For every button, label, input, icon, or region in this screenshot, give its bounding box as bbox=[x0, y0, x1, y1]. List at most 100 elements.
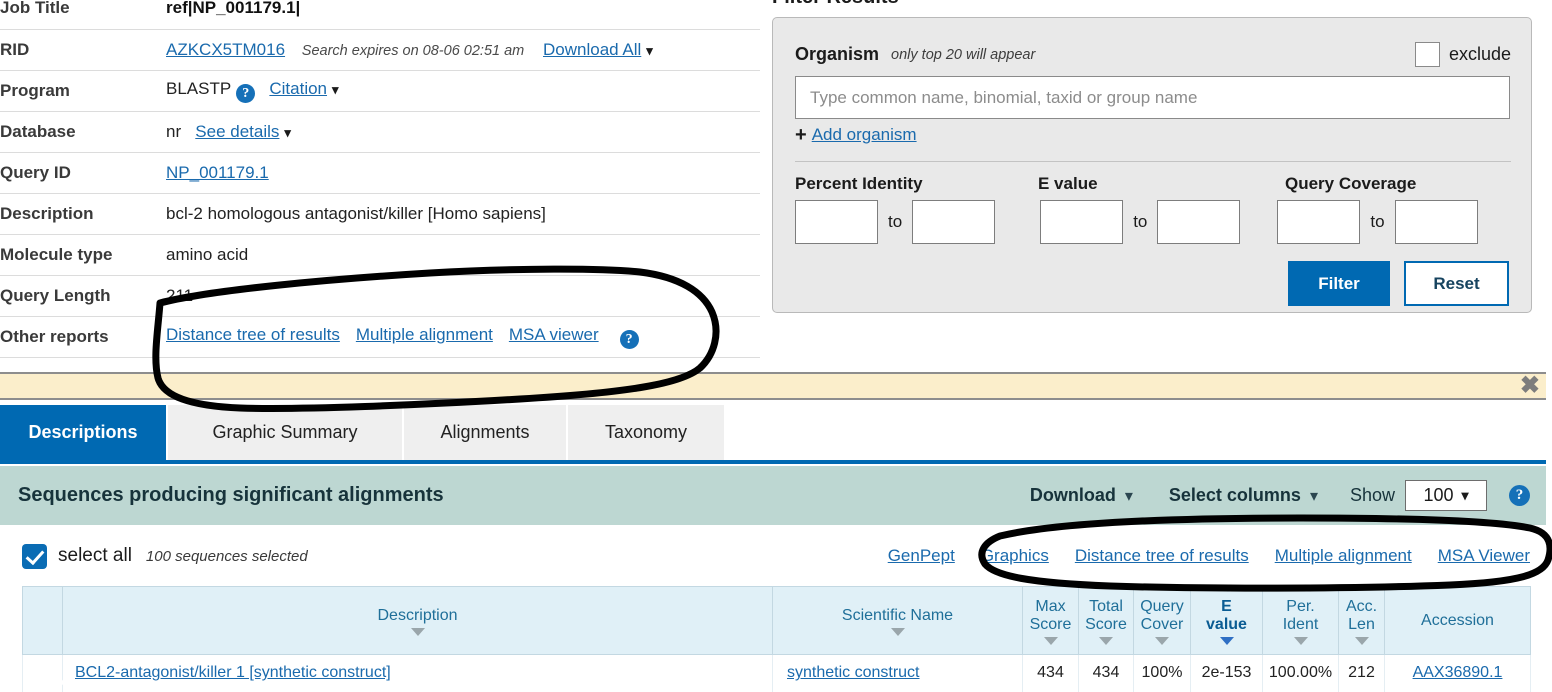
table-header-scientific-name[interactable]: Scientific Name bbox=[772, 586, 1023, 655]
distance-tree-link-top[interactable]: Distance tree of results bbox=[166, 325, 340, 344]
sort-arrow-icon[interactable] bbox=[1293, 637, 1308, 646]
rid-expiry-text: Search expires on 08-06 02:51 am bbox=[301, 42, 525, 59]
organism-label: Organism bbox=[795, 44, 880, 64]
info-row-query-length: Query Length 211 bbox=[0, 275, 760, 316]
table-header-accession-label: Accession bbox=[1421, 612, 1494, 630]
graphics-link[interactable]: Graphics bbox=[981, 546, 1049, 566]
see-details-link[interactable]: See details bbox=[195, 122, 279, 141]
table-header-scientific-name-label: Scientific Name bbox=[841, 606, 954, 624]
table-row: BCL2-antagonist/killer 1 [synthetic cons… bbox=[22, 654, 1531, 692]
filter-results-title: Filter Results bbox=[772, 0, 1544, 9]
info-row-rid: RID AZKCX5TM016 Search expires on 08-06 … bbox=[0, 29, 760, 70]
table-header-accession: Accession bbox=[1384, 586, 1531, 655]
database-value: nr bbox=[166, 121, 182, 141]
msa-viewer-link-bottom[interactable]: MSA Viewer bbox=[1438, 546, 1530, 566]
tab-alignments[interactable]: Alignments bbox=[404, 405, 566, 460]
row-scientific-name-link[interactable]: synthetic construct bbox=[787, 664, 920, 681]
sort-arrow-icon[interactable] bbox=[1354, 637, 1369, 646]
query-id-link[interactable]: NP_001179.1 bbox=[166, 163, 269, 182]
help-icon[interactable]: ? bbox=[619, 329, 639, 349]
info-label-rid: RID bbox=[0, 39, 30, 59]
table-header-per-ident-label: Per. Ident bbox=[1282, 597, 1319, 633]
job-title-value: ref|NP_001179.1| bbox=[166, 0, 301, 18]
download-all-link[interactable]: Download All bbox=[543, 40, 641, 59]
tab-taxonomy[interactable]: Taxonomy bbox=[568, 405, 724, 460]
percent-identity-to-input[interactable] bbox=[912, 200, 996, 244]
to-label: to bbox=[1133, 212, 1148, 231]
msa-viewer-link-top[interactable]: MSA viewer bbox=[509, 325, 599, 344]
info-value-molecule-type: amino acid bbox=[166, 244, 249, 264]
table-header-total-score[interactable]: Total Score bbox=[1078, 586, 1134, 655]
organism-row: Organism only top 20 will appear exclude bbox=[795, 42, 1511, 67]
select-columns-menu[interactable]: Select columns ▾ bbox=[1169, 485, 1318, 506]
evalue-to-input[interactable] bbox=[1157, 200, 1241, 244]
exclude-checkbox[interactable] bbox=[1414, 42, 1440, 67]
info-value-job-title: ref|NP_001179.1| bbox=[158, 0, 760, 29]
filter-button[interactable]: Filter bbox=[1288, 261, 1390, 306]
row-accession-link[interactable]: AAX36890.1 bbox=[1413, 664, 1503, 681]
query-coverage-to-input[interactable] bbox=[1394, 200, 1478, 244]
chevron-down-icon[interactable]: ▾ bbox=[284, 125, 291, 141]
help-icon[interactable]: ? bbox=[236, 83, 256, 103]
sort-arrow-icon[interactable] bbox=[890, 628, 905, 637]
select-all-row: select all 100 sequences selected GenPep… bbox=[0, 525, 1546, 587]
sort-arrow-icon[interactable] bbox=[1155, 637, 1169, 646]
table-header-per-ident[interactable]: Per. Ident bbox=[1262, 586, 1339, 655]
numeric-filter-headers: Percent Identity E value Query Coverage bbox=[795, 174, 1511, 194]
sort-arrow-icon[interactable] bbox=[1043, 637, 1058, 646]
selected-count-text: 100 sequences selected bbox=[145, 547, 308, 565]
info-value-other-reports: Distance tree of results Multiple alignme… bbox=[158, 316, 760, 357]
table-header-e-value-label: Evalue bbox=[1206, 597, 1247, 633]
table-header-acc-len[interactable]: Acc. Len bbox=[1338, 586, 1385, 655]
table-header-max-score-label: Max Score bbox=[1029, 597, 1072, 633]
table-header-total-score-label: Total Score bbox=[1085, 597, 1127, 633]
multiple-alignment-link-top[interactable]: Multiple alignment bbox=[356, 325, 493, 344]
show-label: Show bbox=[1349, 485, 1395, 505]
info-row-description: Description bcl-2 homologous antagonist/… bbox=[0, 193, 760, 234]
close-icon[interactable]: ✖ bbox=[1520, 373, 1540, 399]
table-header-max-score[interactable]: Max Score bbox=[1022, 586, 1079, 655]
tab-descriptions[interactable]: Descriptions bbox=[0, 405, 166, 460]
results-tabs: Descriptions Graphic Summary Alignments … bbox=[0, 405, 1546, 464]
multiple-alignment-link-bottom[interactable]: Multiple alignment bbox=[1275, 546, 1412, 566]
help-icon[interactable]: ? bbox=[1509, 485, 1530, 506]
evalue-from-input[interactable] bbox=[1040, 200, 1124, 244]
show-count-select[interactable]: 100 ▾ bbox=[1405, 480, 1487, 511]
reset-button[interactable]: Reset bbox=[1404, 261, 1509, 306]
citation-link[interactable]: Citation bbox=[269, 79, 327, 98]
row-acc-len-cell: 212 bbox=[1338, 654, 1385, 692]
organism-input[interactable]: Type common name, binomial, taxid or gro… bbox=[795, 76, 1510, 119]
row-accession-cell: AAX36890.1 bbox=[1384, 654, 1531, 692]
row-max-score-cell: 434 bbox=[1022, 654, 1079, 692]
table-header-query-cover-label: Query Cover bbox=[1140, 597, 1184, 633]
select-all-checkbox[interactable] bbox=[22, 543, 47, 569]
distance-tree-link-bottom[interactable]: Distance tree of results bbox=[1075, 546, 1249, 566]
rid-link[interactable]: AZKCX5TM016 bbox=[166, 40, 285, 59]
download-menu[interactable]: Download ▾ bbox=[1030, 485, 1133, 506]
sort-arrow-icon[interactable] bbox=[410, 628, 425, 637]
info-label-program: Program bbox=[0, 80, 70, 100]
evalue-label: E value bbox=[1038, 174, 1098, 193]
sort-arrow-icon[interactable] bbox=[1099, 637, 1113, 646]
info-value-description: bcl-2 homologous antagonist/killer [Homo… bbox=[166, 203, 546, 223]
query-coverage-from-input[interactable] bbox=[1277, 200, 1361, 244]
percent-identity-from-input[interactable] bbox=[795, 200, 878, 244]
table-header-description[interactable]: Description bbox=[62, 586, 773, 655]
results-header-bar: Sequences producing significant alignmen… bbox=[0, 466, 1546, 525]
table-header-query-cover[interactable]: Query Cover bbox=[1133, 586, 1191, 655]
query-info-table: Job Title ref|NP_001179.1| RID AZKCX5TM0… bbox=[0, 0, 760, 358]
add-organism-row[interactable]: + Add organism bbox=[795, 124, 1511, 147]
table-header-e-value[interactable]: Evalue bbox=[1190, 586, 1263, 655]
genpept-link[interactable]: GenPept bbox=[888, 546, 955, 566]
tab-graphic-summary[interactable]: Graphic Summary bbox=[168, 405, 402, 460]
organism-note: only top 20 will appear bbox=[891, 46, 1036, 63]
sort-arrow-icon[interactable] bbox=[1219, 637, 1234, 646]
row-e-value-cell: 2e-153 bbox=[1190, 654, 1263, 692]
percent-identity-label: Percent Identity bbox=[795, 174, 923, 193]
add-organism-link[interactable]: Add organism bbox=[812, 125, 917, 144]
chevron-down-icon[interactable]: ▾ bbox=[332, 82, 339, 98]
filter-results-panel: Filter Results Organism only top 20 will… bbox=[772, 0, 1544, 313]
row-description-link[interactable]: BCL2-antagonist/killer 1 [synthetic cons… bbox=[75, 664, 391, 681]
info-label-job-title: Job Title bbox=[0, 0, 70, 18]
chevron-down-icon[interactable]: ▾ bbox=[646, 43, 653, 59]
